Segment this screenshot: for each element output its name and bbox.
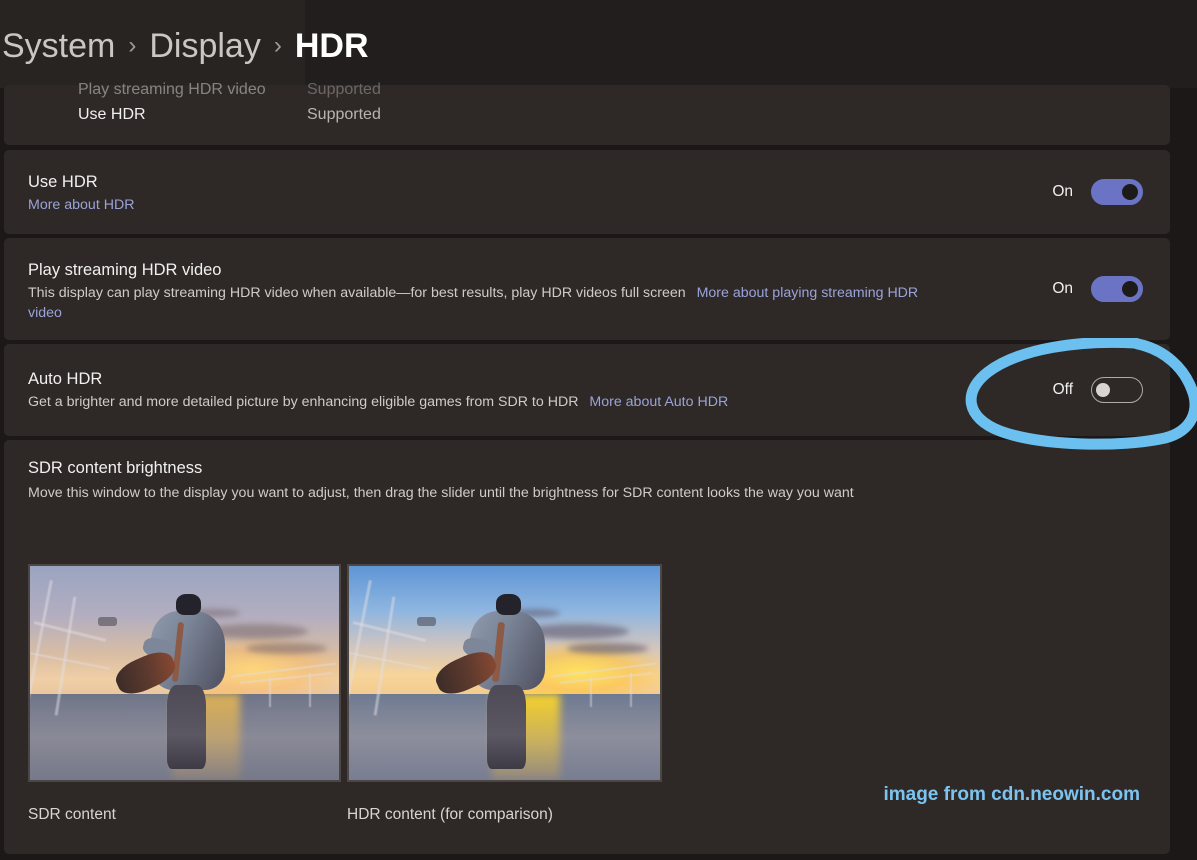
hdr-preview-caption: HDR content (for comparison) [347,806,553,823]
lamp-post [417,617,437,626]
setting-card-auto-hdr: Auto HDR Get a brighter and more detaile… [4,344,1170,436]
use-hdr-toggle[interactable] [1091,179,1143,205]
use-hdr-toggle-group: On [1052,179,1143,205]
capability-value: Supported [307,81,381,98]
legs [167,685,207,770]
source-watermark: image from cdn.neowin.com [883,784,1140,805]
sdr-content-brightness-card: SDR content brightness Move this window … [4,440,1170,854]
breadcrumb-separator-icon: › [128,32,137,59]
skateboarder [431,593,554,770]
setting-card-use-hdr: Use HDR More about HDR On [4,150,1170,234]
head [496,593,521,615]
setting-text-block: Use HDR More about HDR [28,171,134,215]
breadcrumb-item-system[interactable]: System [2,24,115,68]
railing [630,673,633,708]
setting-title: Auto HDR [28,370,103,388]
breadcrumb: System › Display › HDR [2,24,369,68]
setting-text-block: Play streaming HDR video This display ca… [28,259,928,323]
breadcrumb-item-hdr: HDR [294,27,369,65]
setting-description: Get a brighter and more detailed picture… [28,392,928,412]
toggle-knob [1122,184,1138,200]
breadcrumb-separator-icon: › [273,32,282,59]
more-about-auto-hdr-link[interactable]: More about Auto HDR [589,394,728,410]
cloud [246,643,327,654]
sdr-preview-caption: SDR content [28,806,116,823]
breadcrumb-item-display[interactable]: Display [149,24,260,68]
more-about-hdr-link[interactable]: More about HDR [28,197,134,213]
head [176,593,201,615]
skateboarder [111,593,234,770]
railing [589,677,592,708]
sdr-content-preview-image [28,564,341,782]
sdr-brightness-description: Move this window to the display you want… [28,485,854,501]
setting-text-block: Auto HDR Get a brighter and more detaile… [28,368,928,412]
streaming-hdr-toggle-group: On [1052,276,1143,302]
setting-title: Play streaming HDR video [28,261,222,279]
capability-label: Play streaming HDR video [78,81,266,98]
page-header: System › Display › HDR [0,0,1197,88]
capability-label: Use HDR [78,106,146,123]
streaming-hdr-state-label: On [1052,280,1073,297]
setting-description-text: Get a brighter and more detailed picture… [28,394,579,410]
auto-hdr-toggle[interactable] [1091,377,1143,403]
settings-window: System › Display › HDR Play streaming HD… [0,0,1197,860]
capability-value: Supported [307,106,381,123]
use-hdr-state-label: On [1052,183,1073,200]
setting-description: This display can play streaming HDR vide… [28,283,928,323]
play-streaming-hdr-video-toggle[interactable] [1091,276,1143,302]
setting-title: Use HDR [28,173,98,191]
lamp-post [97,617,117,626]
setting-description: More about HDR [28,195,134,215]
toggle-knob [1122,281,1138,297]
railing [309,673,312,708]
cloud [566,643,648,654]
hdr-content-preview-image [347,564,662,782]
display-capabilities-card: Play streaming HDR video Supported Use H… [4,81,1170,145]
auto-hdr-toggle-group: Off [1053,377,1143,403]
sdr-brightness-text-block: SDR content brightness Move this window … [28,457,1028,503]
sdr-brightness-title: SDR content brightness [28,459,203,477]
railing [269,677,272,708]
preview-scene [349,566,660,780]
legs [487,685,527,770]
setting-description-text: This display can play streaming HDR vide… [28,285,686,301]
auto-hdr-state-label: Off [1052,381,1073,398]
toggle-knob [1096,383,1110,397]
setting-card-play-streaming-hdr-video: Play streaming HDR video This display ca… [4,238,1170,340]
preview-scene [30,566,339,780]
